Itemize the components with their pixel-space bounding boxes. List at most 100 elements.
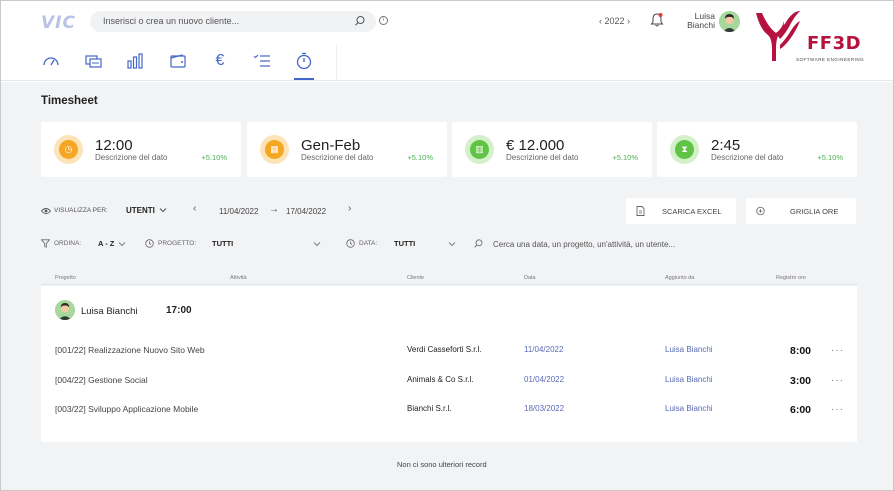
- column-header[interactable]: Data: [524, 275, 536, 281]
- hours-cell: 6:00: [790, 404, 812, 416]
- checklist-icon: [253, 54, 270, 67]
- stat-card: ◷ 12:00 Descrizione del dato +5.10%: [41, 122, 241, 177]
- hours-grid-label: GRIGLIA ORE: [790, 207, 839, 216]
- date-cell: 01/04/2022: [524, 375, 565, 384]
- project-cell: [001/22] Realizzazione Nuovo Sito Web: [55, 345, 205, 355]
- clock-icon: [145, 239, 154, 248]
- brand-mark-icon: [756, 11, 800, 61]
- order-label: ORDINA:: [54, 240, 82, 247]
- nav-reports[interactable]: [125, 51, 145, 71]
- order-select[interactable]: A - Z: [98, 239, 114, 248]
- table-row[interactable]: [001/22] Realizzazione Nuovo Sito Web Ve…: [41, 345, 857, 361]
- card-value: 12:00: [95, 137, 133, 154]
- project-cell: [003/22] Sviluppo Applicazione Mobile: [55, 404, 199, 414]
- nav-timesheet[interactable]: [294, 51, 314, 71]
- info-icon[interactable]: i: [379, 16, 388, 25]
- date-label: DATA:: [359, 240, 378, 247]
- chevron-down-icon[interactable]: [448, 240, 456, 248]
- card-description: Descrizione del dato: [506, 153, 579, 162]
- nav-wallet[interactable]: [168, 51, 188, 71]
- year-selector[interactable]: ‹ 2022 ›: [599, 16, 630, 26]
- filter-icon: [41, 239, 50, 248]
- user-avatar[interactable]: [719, 11, 740, 32]
- card-value: Gen-Feb: [301, 137, 361, 154]
- chart-icon: ▥: [470, 140, 489, 159]
- more-options-icon[interactable]: ···: [831, 345, 844, 356]
- added-by-cell: Luisa Bianchi: [665, 345, 713, 354]
- clients-icon: [85, 55, 102, 68]
- hours-grid-button[interactable]: GRIGLIA ORE: [746, 198, 856, 224]
- hourglass-icon: ⧗: [675, 140, 694, 159]
- date-select[interactable]: TUTTI: [394, 239, 415, 248]
- year-next-icon[interactable]: ›: [627, 16, 630, 26]
- hours-cell: 8:00: [790, 345, 812, 357]
- card-icon-ring: ◷: [54, 135, 83, 164]
- timesheet-table: Luisa Bianchi 17:00 [001/22] Realizzazio…: [41, 286, 857, 442]
- project-select[interactable]: TUTTI: [212, 239, 233, 248]
- nav-billing[interactable]: €: [210, 51, 230, 71]
- wallet-icon: [170, 54, 186, 68]
- card-icon-ring: ▦: [260, 135, 289, 164]
- plus-circle-icon: [756, 206, 765, 216]
- page-title: Timesheet: [41, 95, 98, 107]
- date-cell: 18/03/2022: [524, 404, 565, 413]
- chevron-down-icon[interactable]: [313, 240, 321, 248]
- table-row[interactable]: [004/22] Gestione Social Animals & Co S.…: [41, 375, 857, 391]
- app-logo[interactable]: VIC: [41, 13, 76, 33]
- card-description: Descrizione del dato: [95, 153, 168, 162]
- table-row[interactable]: [003/22] Sviluppo Applicazione Mobile Bi…: [41, 404, 857, 420]
- chevron-down-icon[interactable]: [118, 240, 126, 248]
- year-prev-icon[interactable]: ‹: [599, 16, 602, 26]
- project-cell: [004/22] Gestione Social: [55, 375, 148, 385]
- nav-tasks[interactable]: [252, 51, 272, 71]
- main-content: Timesheet ◷ 12:00 Descrizione del dato +…: [1, 82, 893, 490]
- brand-logo: FF3D SOFTWARE ENGINEERING: [754, 9, 869, 69]
- date-next-icon[interactable]: ›: [348, 203, 351, 214]
- search-placeholder: Inserisci o crea un nuovo cliente...: [103, 16, 240, 26]
- table-search-input[interactable]: Cerca una data, un progetto, un'attività…: [493, 240, 675, 249]
- nav-dashboard[interactable]: [41, 51, 61, 71]
- bar-chart-icon: [127, 53, 143, 69]
- user-name[interactable]: Luisa Bianchi: [679, 12, 715, 30]
- more-options-icon[interactable]: ···: [831, 404, 844, 415]
- stopwatch-icon: [296, 52, 312, 70]
- card-delta: +5.10%: [612, 153, 638, 162]
- calendar-icon: ▦: [265, 140, 284, 159]
- date-prev-icon[interactable]: ‹: [193, 203, 196, 214]
- clock-icon: [346, 239, 355, 248]
- column-header[interactable]: Progetto: [55, 275, 76, 281]
- search-icon[interactable]: [354, 15, 366, 27]
- card-icon-ring: ▥: [465, 135, 494, 164]
- client-search-input[interactable]: Inserisci o crea un nuovo cliente...: [90, 11, 376, 32]
- column-header[interactable]: Attività: [230, 275, 247, 281]
- download-excel-button[interactable]: SCARICA EXCEL: [626, 198, 736, 224]
- card-delta: +5.10%: [201, 153, 227, 162]
- empty-message: Non ci sono ulteriori record: [397, 460, 487, 469]
- card-icon-ring: ⧗: [670, 135, 699, 164]
- view-by-select[interactable]: UTENTI: [126, 206, 155, 215]
- date-from[interactable]: 11/04/2022: [219, 207, 258, 216]
- card-description: Descrizione del dato: [711, 153, 784, 162]
- date-to[interactable]: 17/04/2022: [286, 207, 326, 216]
- nav-clients[interactable]: [83, 51, 103, 71]
- card-delta: +5.10%: [817, 153, 843, 162]
- dashboard-icon: [43, 57, 59, 66]
- brand-tagline: SOFTWARE ENGINEERING: [796, 57, 865, 62]
- column-header[interactable]: Aggiunto da: [665, 275, 694, 281]
- brand-name: FF3D: [807, 33, 862, 54]
- year-value: 2022: [604, 16, 625, 26]
- client-cell: Animals & Co S.r.l.: [407, 375, 474, 384]
- chevron-down-icon[interactable]: [159, 206, 167, 214]
- project-label: PROGETTO:: [158, 240, 197, 247]
- card-description: Descrizione del dato: [301, 153, 374, 162]
- notification-bell-icon[interactable]: [650, 12, 664, 28]
- group-user-name: Luisa Bianchi: [81, 306, 138, 317]
- arrow-right-icon: →: [269, 204, 279, 215]
- eye-icon: [41, 208, 51, 214]
- column-header[interactable]: Cliente: [407, 275, 424, 281]
- more-options-icon[interactable]: ···: [831, 375, 844, 386]
- column-header[interactable]: Registro ore: [776, 275, 806, 281]
- search-icon: [474, 239, 483, 248]
- download-excel-label: SCARICA EXCEL: [662, 207, 722, 216]
- added-by-cell: Luisa Bianchi: [665, 375, 713, 384]
